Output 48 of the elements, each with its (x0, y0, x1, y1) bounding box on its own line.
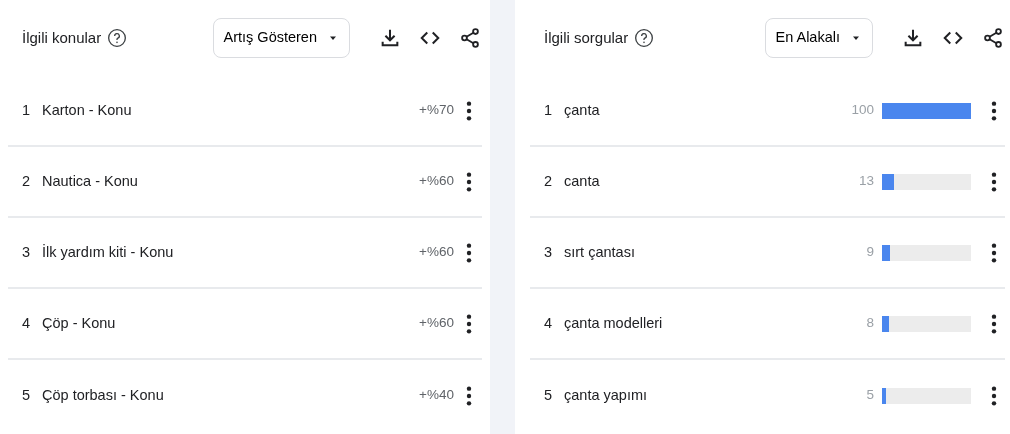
more-button[interactable] (989, 384, 999, 407)
more-button[interactable] (989, 170, 999, 193)
dropdown-button[interactable]: En Alakalı (764, 18, 873, 58)
more-button[interactable] (989, 241, 999, 264)
score-value: 8 (866, 314, 874, 333)
more-button[interactable] (464, 312, 474, 335)
rank-number: 3 (544, 242, 554, 262)
item-label: çanta modelleri (564, 313, 663, 333)
rank-number: 3 (22, 242, 32, 262)
rank-number: 5 (544, 385, 554, 405)
more-button[interactable] (989, 312, 999, 335)
rank-number: 4 (544, 313, 554, 333)
help-icon[interactable] (634, 28, 655, 48)
score-value: 13 (858, 172, 874, 191)
rank-number: 2 (544, 171, 554, 191)
more-button[interactable] (464, 99, 474, 122)
rank-number: 2 (22, 171, 32, 191)
item-label: çanta (564, 100, 600, 120)
rank-number: 1 (22, 100, 32, 120)
item-label: canta (564, 171, 600, 191)
rank-number: 4 (22, 313, 32, 333)
item-label: çanta yapımı (564, 385, 647, 405)
change-value: +%60 (419, 243, 454, 262)
score-value: 100 (851, 101, 874, 120)
score-value: 5 (866, 386, 874, 405)
change-value: +%60 (419, 314, 454, 333)
change-value: +%60 (419, 172, 454, 191)
item-label: sırt çantası (564, 242, 635, 262)
item-label: Karton - Konu (42, 100, 132, 120)
more-button[interactable] (464, 170, 474, 193)
panel-title: İlgili konular (22, 27, 102, 48)
change-value: +%40 (419, 386, 454, 405)
more-button[interactable] (464, 384, 474, 407)
share-icon[interactable] (458, 26, 482, 50)
item-label: Nautica - Konu (42, 171, 138, 191)
rank-number: 5 (22, 385, 32, 405)
item-label: Çöp torbası - Konu (42, 385, 164, 405)
help-icon[interactable] (107, 28, 128, 48)
item-label: İlk yardım kiti - Konu (42, 242, 174, 262)
more-button[interactable] (989, 99, 999, 122)
dropdown-button[interactable]: Artış Gösteren (212, 18, 350, 58)
rank-number: 1 (544, 100, 554, 120)
share-icon[interactable] (981, 26, 1005, 50)
panel-title: İlgili sorgular (544, 27, 629, 48)
item-label: Çöp - Konu (42, 313, 116, 333)
score-value: 9 (866, 243, 874, 262)
more-button[interactable] (464, 241, 474, 264)
change-value: +%70 (419, 101, 454, 120)
